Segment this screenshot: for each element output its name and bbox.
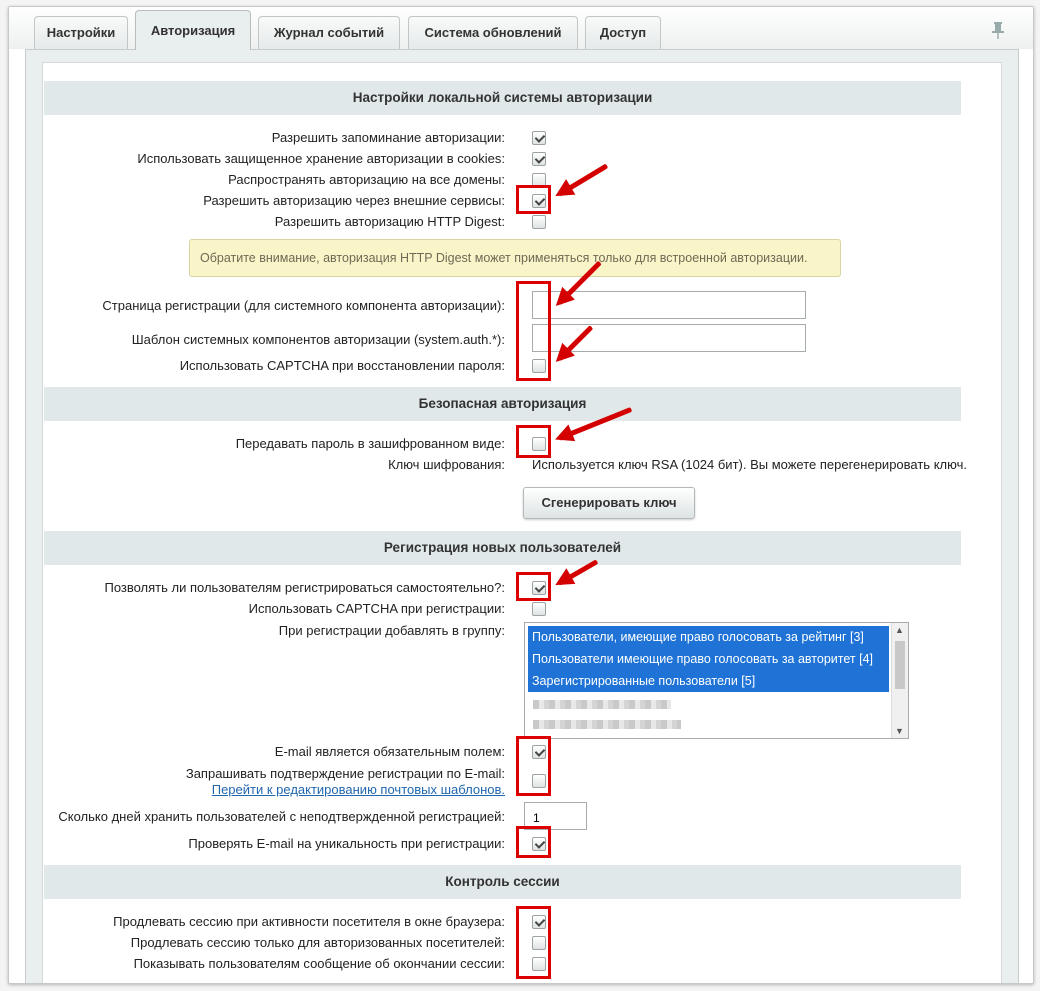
tab-update-system[interactable]: Система обновлений xyxy=(408,16,578,50)
tab-event-log[interactable]: Журнал событий xyxy=(258,16,400,50)
self-registration-checkbox[interactable] xyxy=(532,581,546,595)
extend-session-activity-checkbox[interactable] xyxy=(532,915,546,929)
encrypted-password-label: Передавать пароль в зашифрованном виде: xyxy=(235,436,505,451)
external-services-checkbox[interactable] xyxy=(532,194,546,208)
default-group-listbox[interactable]: Пользователи, имеющие право голосовать з… xyxy=(524,622,909,739)
tab-bar: Настройки Авторизация Журнал событий Сис… xyxy=(9,7,1033,50)
unconfirmed-days-label: Сколько дней хранить пользователей с неп… xyxy=(58,809,505,824)
secure-cookies-checkbox[interactable] xyxy=(532,152,546,166)
http-digest-label: Разрешить авторизацию HTTP Digest: xyxy=(274,214,505,229)
tab-settings[interactable]: Настройки xyxy=(34,16,128,50)
http-digest-note: Обратите внимание, авторизация HTTP Dige… xyxy=(189,239,841,277)
section-registration: Регистрация новых пользователей xyxy=(44,531,961,565)
generate-key-button[interactable]: Сгенерировать ключ xyxy=(523,487,695,519)
form-area xyxy=(42,62,1002,983)
email-confirm-checkbox[interactable] xyxy=(532,774,546,788)
remember-auth-label: Разрешить запоминание авторизации: xyxy=(271,130,505,145)
email-unique-checkbox[interactable] xyxy=(532,837,546,851)
section-session-control: Контроль сессии xyxy=(44,865,961,899)
unconfirmed-days-input[interactable] xyxy=(524,802,587,830)
group-option-obscured xyxy=(533,700,671,709)
scroll-down-arrow-icon[interactable]: ▼ xyxy=(895,726,904,736)
listbox-scrollbar[interactable]: ▲ ▼ xyxy=(891,623,908,738)
scrollbar-thumb[interactable] xyxy=(895,641,905,689)
extend-session-auth-checkbox[interactable] xyxy=(532,936,546,950)
remember-auth-checkbox[interactable] xyxy=(532,131,546,145)
tab-panel xyxy=(25,49,1019,983)
captcha-registration-checkbox[interactable] xyxy=(532,602,546,616)
settings-window: Настройки Авторизация Журнал событий Сис… xyxy=(8,6,1034,984)
email-unique-label: Проверять E-mail на уникальность при рег… xyxy=(188,836,505,851)
external-services-label: Разрешить авторизацию через внешние серв… xyxy=(203,193,505,208)
group-option[interactable]: Пользователи имеющие право голосовать за… xyxy=(528,648,889,670)
encryption-key-label: Ключ шифрования: xyxy=(388,457,505,472)
session-end-message-checkbox[interactable] xyxy=(532,957,546,971)
default-group-label: При регистрации добавлять в группу: xyxy=(278,623,505,638)
extend-session-activity-label: Продлевать сессию при активности посетит… xyxy=(113,914,505,929)
pin-icon[interactable] xyxy=(991,21,1005,39)
auth-template-input[interactable] xyxy=(532,324,806,352)
tab-authorization[interactable]: Авторизация xyxy=(135,10,251,50)
session-end-message-label: Показывать пользователям сообщение об ок… xyxy=(133,956,505,971)
auth-template-label: Шаблон системных компонентов авторизации… xyxy=(131,332,505,347)
secure-cookies-label: Использовать защищенное хранение авториз… xyxy=(137,151,505,166)
email-required-checkbox[interactable] xyxy=(532,745,546,759)
section-local-auth: Настройки локальной системы авторизации xyxy=(44,81,961,115)
group-option-obscured xyxy=(533,720,681,729)
captcha-registration-label: Использовать CAPTCHA при регистрации: xyxy=(248,601,505,616)
email-templates-link[interactable]: Перейти к редактированию почтовых шаблон… xyxy=(212,782,505,797)
extend-session-auth-label: Продлевать сессию только для авторизован… xyxy=(130,935,505,950)
registration-page-input[interactable] xyxy=(532,291,806,319)
group-option[interactable]: Пользователи, имеющие право голосовать з… xyxy=(528,626,889,648)
captcha-restore-checkbox[interactable] xyxy=(532,359,546,373)
section-secure-auth: Безопасная авторизация xyxy=(44,387,961,421)
encryption-key-info: Используется ключ RSA (1024 бит). Вы мож… xyxy=(532,457,967,472)
http-digest-checkbox[interactable] xyxy=(532,215,546,229)
email-required-label: E-mail является обязательным полем: xyxy=(274,744,505,759)
all-domains-checkbox[interactable] xyxy=(532,173,546,187)
tab-access[interactable]: Доступ xyxy=(585,16,661,50)
self-registration-label: Позволять ли пользователям регистрироват… xyxy=(104,580,505,595)
scroll-up-arrow-icon[interactable]: ▲ xyxy=(895,625,904,635)
email-confirm-label: Запрашивать подтверждение регистрации по… xyxy=(185,766,505,781)
encrypted-password-checkbox[interactable] xyxy=(532,437,546,451)
registration-page-label: Страница регистрации (для системного ком… xyxy=(102,298,505,313)
group-option[interactable]: Зарегистрированные пользователи [5] xyxy=(528,670,889,692)
all-domains-label: Распространять авторизацию на все домены… xyxy=(228,172,505,187)
captcha-restore-label: Использовать CAPTCHA при восстановлении … xyxy=(179,358,505,373)
